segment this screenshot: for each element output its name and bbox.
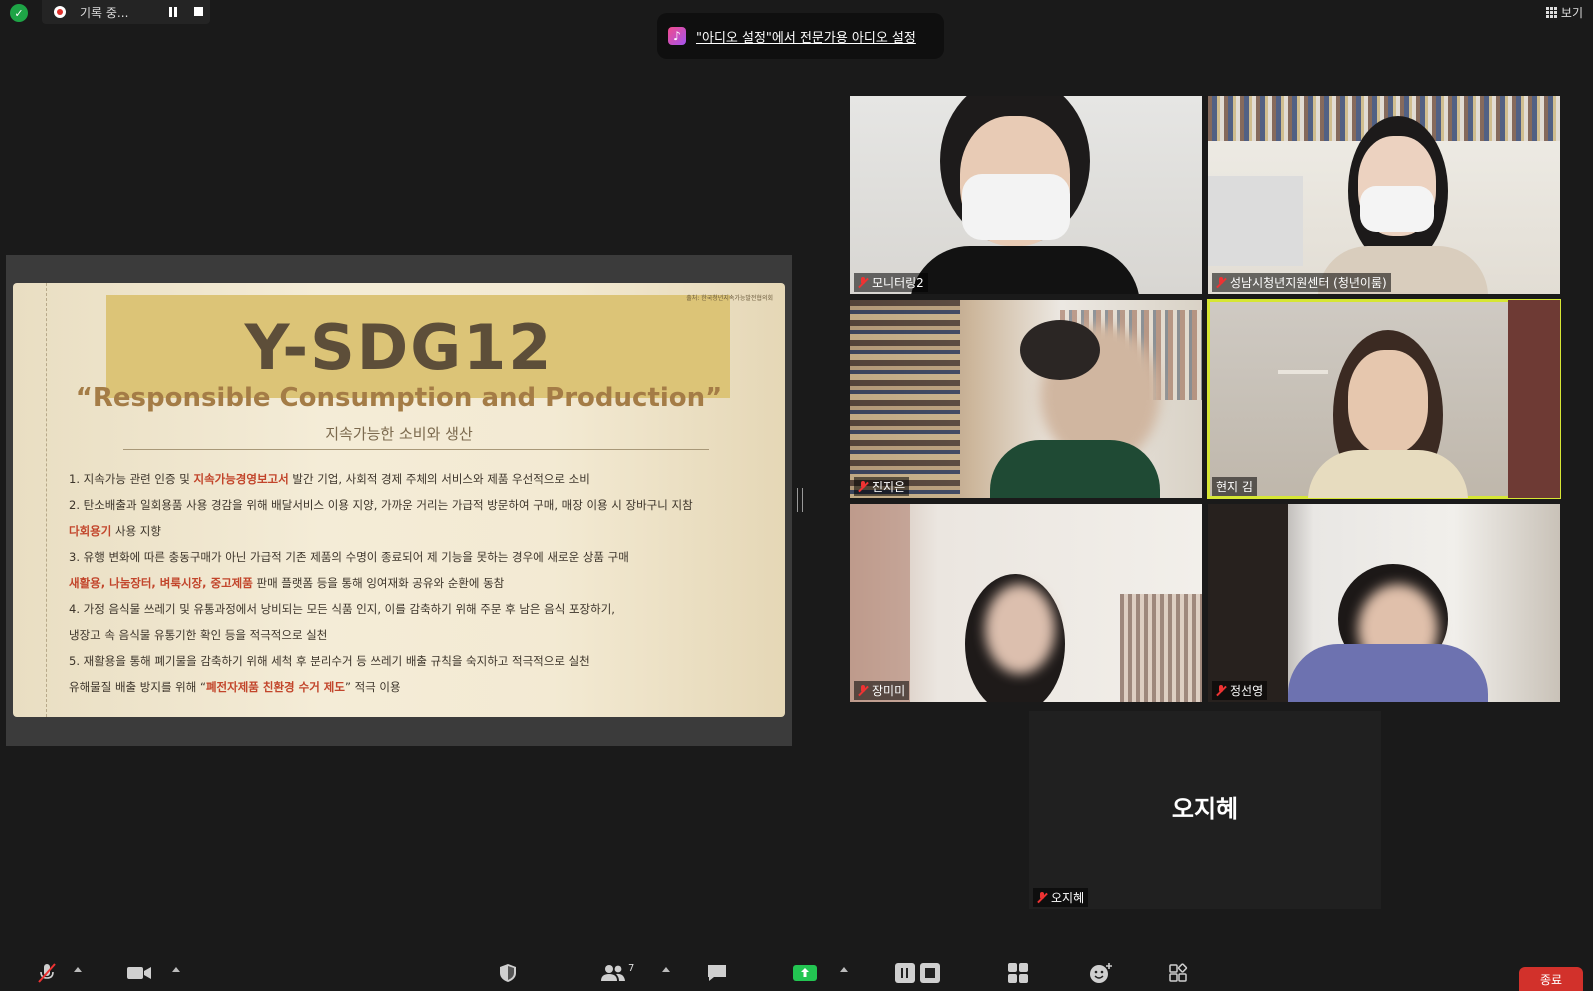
muted-mic-icon [38, 963, 56, 983]
participant-nametag: 성남시청년지원센터 (청년이룸) [1212, 273, 1391, 292]
share-options-caret[interactable] [840, 967, 848, 972]
video-tile-active-speaker[interactable]: 현지 김 [1207, 299, 1561, 499]
stop-icon [920, 963, 940, 983]
breakout-rooms-button[interactable] [1008, 963, 1028, 983]
view-button[interactable]: 보기 [1545, 4, 1583, 21]
apps-button[interactable] [1168, 963, 1188, 983]
dark-wall [1208, 504, 1288, 702]
muted-mic-icon [1216, 277, 1226, 288]
breakout-rooms-icon [1008, 963, 1028, 983]
participant-nametag: 정선영 [1212, 681, 1268, 700]
slide-title: Y-SDG12 [244, 311, 554, 384]
video-button[interactable] [126, 963, 152, 983]
record-dot-icon [54, 6, 66, 18]
slide-line: 유해물질 배출 방지를 위해 “폐전자제품 친환경 수거 제도” 적극 이용 [69, 680, 401, 694]
slide-line: 냉장고 속 음식물 유통기한 확인 등을 적극적으로 실천 [69, 628, 328, 642]
unmute-button[interactable] [36, 963, 58, 983]
slide-korean-subtitle: 지속가능한 소비와 생산 [325, 425, 473, 443]
split-resize-handle[interactable] [797, 488, 803, 512]
chat-bubble-icon [708, 965, 726, 981]
participant-nametag: 오지혜 [1033, 888, 1089, 907]
stop-recording-button[interactable] [920, 963, 940, 983]
participants-options-caret[interactable] [662, 967, 670, 972]
chat-button[interactable] [706, 963, 728, 983]
participants-button[interactable]: 7 [600, 963, 634, 983]
participants-count: 7 [628, 962, 635, 974]
participants-icon [601, 965, 625, 981]
music-note-icon: ♪ [668, 27, 686, 45]
video-tile[interactable]: 성남시청년지원센터 (청년이룸) [1208, 96, 1560, 294]
muted-mic-icon [858, 685, 868, 696]
stop-recording-icon[interactable] [194, 7, 203, 16]
participant-hair [1020, 320, 1100, 380]
face-mask [1360, 186, 1434, 232]
participant-nametag: 모니터링2 [854, 273, 928, 292]
video-camera-icon [127, 967, 151, 979]
participant-body [990, 440, 1160, 498]
end-meeting-button[interactable]: 종료 [1519, 967, 1583, 991]
curtain [850, 504, 910, 702]
pause-recording-button[interactable] [895, 963, 915, 983]
slide-line: 1. 지속가능 관련 인증 및 지속가능경영보고서 발간 기업, 사회적 경제 … [69, 472, 590, 486]
shield-icon [500, 964, 516, 982]
face-mask [962, 174, 1070, 240]
apps-icon [1169, 963, 1188, 982]
emoji-plus-icon [1090, 963, 1112, 983]
slide-subtitle: “Responsible Consumption and Production” [75, 383, 723, 413]
slide-line: 3. 유행 변화에 따른 충동구매가 아닌 가급적 기존 제품의 수명이 종료되… [69, 550, 629, 564]
participant-body [1308, 450, 1468, 498]
slide-line: 2. 탄소배출과 일회용품 사용 경감을 위해 배달서비스 이용 지양, 가까운… [69, 498, 693, 512]
clothes-rack [1120, 594, 1202, 702]
participant-nametag: 현지 김 [1212, 477, 1257, 496]
participant-name-large: 오지혜 [1171, 795, 1239, 823]
pause-icon [895, 963, 915, 983]
muted-mic-icon [1037, 892, 1047, 903]
audio-options-caret[interactable] [74, 967, 82, 972]
slide-body: 1. 지속가능 관련 인증 및 지속가능경영보고서 발간 기업, 사회적 경제 … [69, 466, 767, 700]
muted-mic-icon [858, 481, 868, 492]
muted-mic-icon [1216, 685, 1226, 696]
shelf [1278, 370, 1328, 374]
participant-body [910, 246, 1140, 294]
video-tile[interactable]: 모니터링2 [850, 96, 1202, 294]
presentation-slide: 출처: 한국청년지속가능발전협의회 Y-SDG12 “Responsible C… [13, 283, 785, 717]
printer [1208, 176, 1303, 266]
recording-label: 기록 중... [80, 5, 129, 20]
view-label: 보기 [1560, 6, 1583, 20]
bookshelf [850, 300, 960, 498]
door [1508, 300, 1560, 498]
slide-line: 다회용기 사용 지향 [69, 524, 161, 538]
slide-line: 5. 재활용을 통해 폐기물을 감축하기 위해 세척 후 분리수거 등 쓰레기 … [69, 654, 590, 668]
share-screen-button[interactable] [793, 963, 817, 983]
security-shield-icon[interactable]: ✓ [10, 4, 28, 22]
slide-line: 새활용, 나눔장터, 벼룩시장, 중고제품 판매 플랫폼 등을 통해 잉여재화 … [69, 576, 505, 590]
video-tile[interactable]: 장미미 [850, 504, 1202, 702]
recording-indicator: 기록 중... [42, 0, 210, 24]
participant-face [985, 584, 1055, 674]
audio-settings-toast[interactable]: ♪ "아디오 설정"에서 전문가용 아디오 설정 [657, 13, 944, 59]
pause-recording-icon[interactable] [168, 7, 178, 17]
meeting-toolbar: 7 [0, 955, 1593, 991]
participant-face [1348, 350, 1428, 454]
slide-divider [123, 449, 709, 450]
muted-mic-icon [858, 277, 868, 288]
security-button[interactable] [498, 963, 518, 983]
participant-nametag: 진지은 [854, 477, 910, 496]
participant-nametag: 장미미 [854, 681, 910, 700]
reactions-button[interactable] [1089, 963, 1113, 983]
video-options-caret[interactable] [172, 967, 180, 972]
slide-line: 4. 가정 음식물 쓰레기 및 유통과정에서 낭비되는 모든 식품 인지, 이를… [69, 602, 615, 616]
video-tile[interactable]: 정선영 [1208, 504, 1560, 702]
video-off-tile[interactable]: 오지혜 오지혜 [1029, 711, 1381, 909]
share-screen-icon [793, 965, 817, 981]
slide-source: 출처: 한국청년지속가능발전협의회 [686, 295, 773, 302]
video-tile[interactable]: 진지은 [850, 300, 1202, 498]
audio-settings-link[interactable]: "아디오 설정"에서 전문가용 아디오 설정 [696, 27, 916, 46]
grid-view-icon [1545, 7, 1557, 18]
participant-body [1288, 644, 1488, 702]
